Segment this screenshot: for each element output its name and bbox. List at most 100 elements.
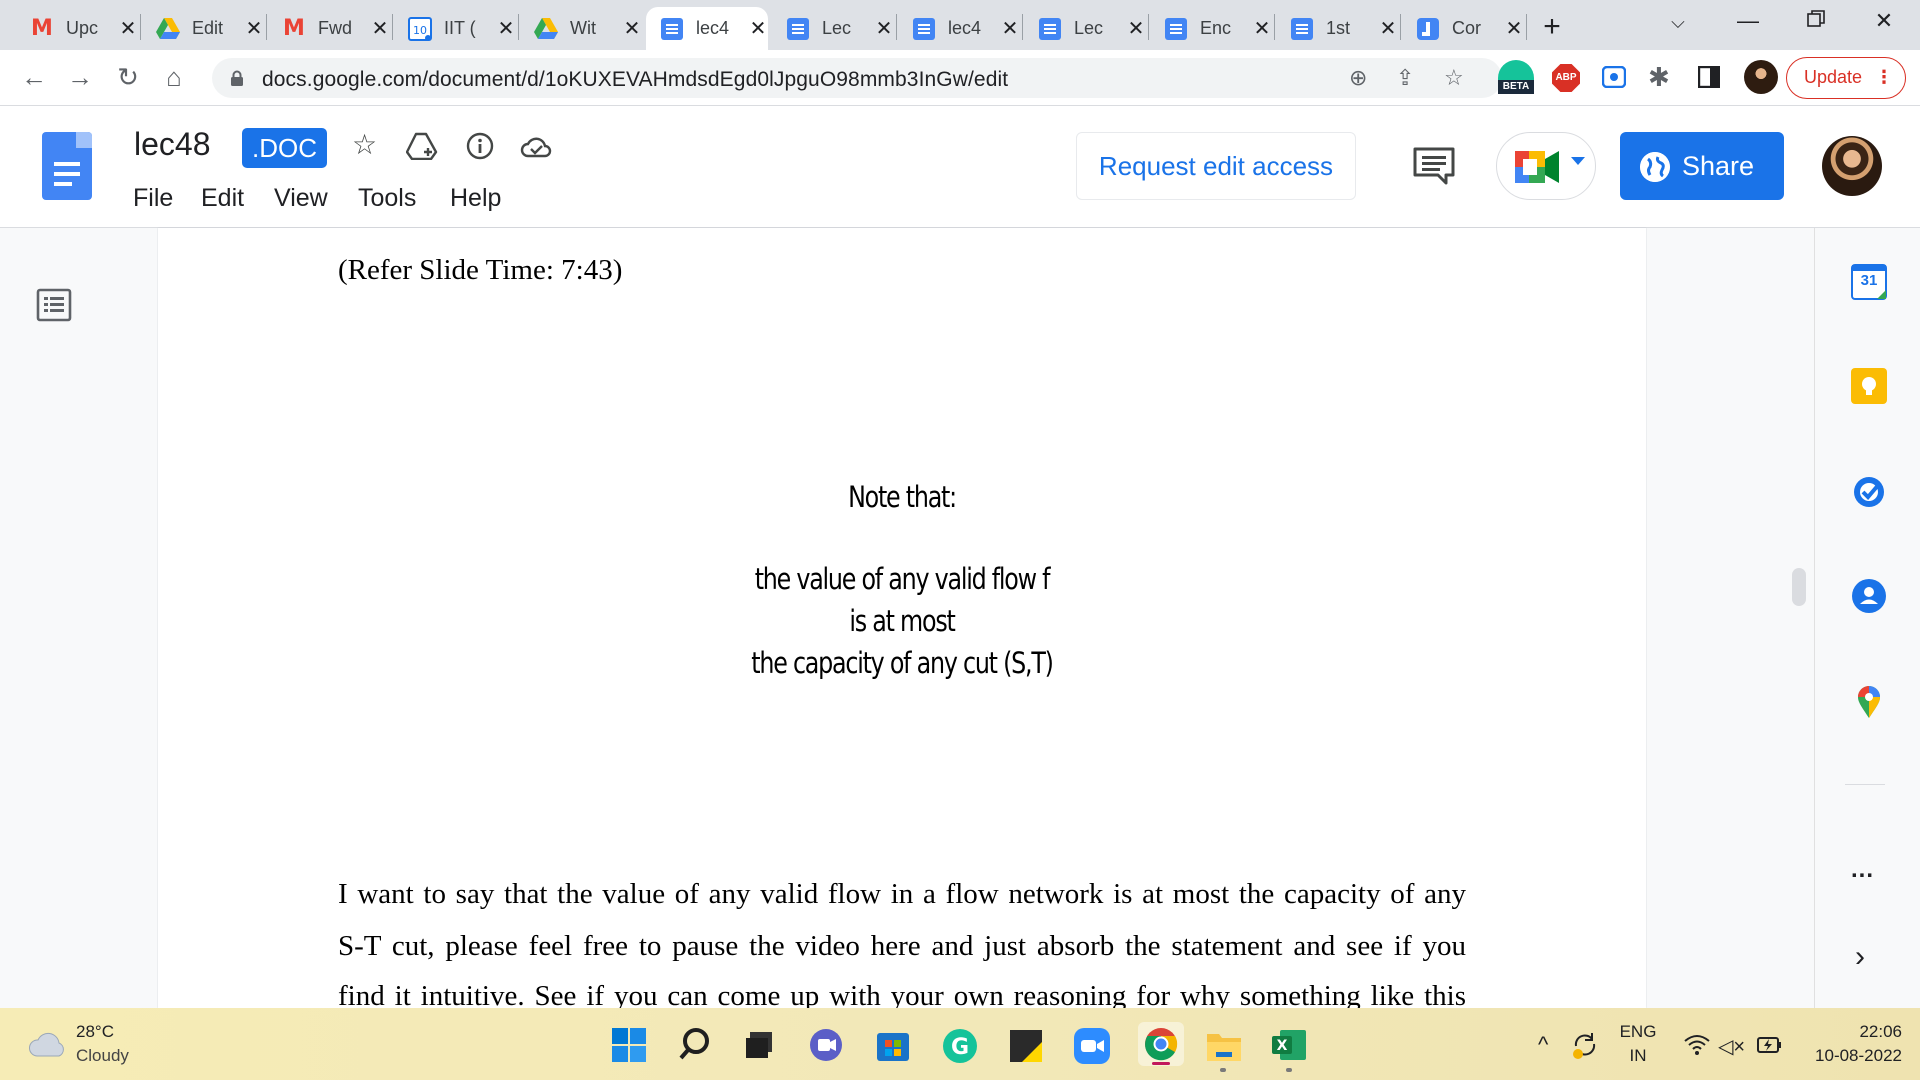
google-contacts-icon[interactable]: [1851, 578, 1887, 619]
more-options-icon[interactable]: ...: [1851, 856, 1874, 884]
google-docs-logo-icon[interactable]: [42, 132, 92, 200]
reload-icon[interactable]: ↻: [110, 62, 146, 93]
document-outline-icon[interactable]: [36, 288, 72, 327]
file-explorer-icon[interactable]: [1206, 1030, 1242, 1067]
close-icon[interactable]: ✕: [748, 16, 768, 41]
user-avatar[interactable]: [1822, 136, 1882, 196]
share-button[interactable]: Share: [1620, 132, 1784, 200]
search-icon[interactable]: [678, 1026, 712, 1067]
input-language-line1[interactable]: ENG: [1616, 1022, 1660, 1042]
chrome-taskbar-button[interactable]: [1138, 1022, 1184, 1066]
move-to-drive-icon[interactable]: [405, 132, 438, 167]
clock-time[interactable]: 22:06: [1792, 1022, 1902, 1042]
browser-tab-active[interactable]: lec4 ✕: [646, 7, 768, 50]
document-page[interactable]: (Refer Slide Time: 7:43) Note that: the …: [158, 228, 1646, 1008]
side-panel-icon[interactable]: [1697, 65, 1721, 93]
vertical-scrollbar-thumb[interactable]: [1792, 568, 1806, 606]
menu-edit[interactable]: Edit: [201, 184, 244, 213]
share-page-icon[interactable]: ⇪: [1396, 65, 1414, 91]
svg-text:G: G: [951, 1035, 969, 1060]
cloudy-weather-icon[interactable]: [28, 1032, 68, 1063]
menu-help[interactable]: Help: [450, 184, 501, 213]
browser-tab[interactable]: 10 IIT ( ✕: [394, 7, 516, 50]
home-icon[interactable]: ⌂: [156, 62, 192, 93]
refer-slide-time: (Refer Slide Time: 7:43): [338, 254, 623, 286]
close-icon[interactable]: ✕: [496, 16, 516, 41]
tab-title: 1st: [1326, 18, 1351, 38]
browser-tab[interactable]: Lec ✕: [772, 7, 894, 50]
back-icon[interactable]: ←: [16, 62, 52, 93]
browser-tab[interactable]: Wit ✕: [520, 7, 642, 50]
info-icon[interactable]: [466, 132, 494, 167]
google-maps-icon[interactable]: [1851, 684, 1887, 725]
request-edit-access-button[interactable]: Request edit access: [1076, 132, 1356, 200]
forward-icon[interactable]: →: [62, 62, 98, 93]
google-keep-icon[interactable]: [1851, 368, 1887, 409]
menu-tools[interactable]: Tools: [358, 184, 416, 213]
task-view-icon[interactable]: [744, 1030, 774, 1065]
update-button[interactable]: Update ⋮: [1786, 57, 1906, 99]
sticky-notes-icon[interactable]: [1010, 1030, 1042, 1067]
tab-title: Cor: [1452, 18, 1482, 38]
google-docs-icon: [660, 17, 684, 41]
input-language-line2: IN: [1629, 1046, 1647, 1065]
active-app-indicator: [1152, 1062, 1170, 1065]
windows-start-icon[interactable]: [612, 1028, 646, 1067]
browser-tab[interactable]: M Upc ✕: [16, 7, 138, 50]
menu-view[interactable]: View: [274, 184, 328, 213]
star-icon[interactable]: ☆: [352, 128, 377, 161]
docs-header: lec48 .DOC ☆ File Edit View Tools Help R…: [0, 106, 1920, 228]
close-icon[interactable]: ✕: [874, 16, 894, 41]
wifi-icon[interactable]: [1684, 1034, 1710, 1061]
document-title[interactable]: lec48: [134, 126, 211, 163]
close-icon[interactable]: ✕: [1126, 16, 1146, 41]
close-icon[interactable]: ✕: [118, 16, 138, 41]
bookmark-star-icon[interactable]: ☆: [1444, 65, 1464, 91]
close-icon[interactable]: ✕: [244, 16, 264, 41]
new-tab-button[interactable]: +: [1534, 10, 1570, 44]
battery-charging-icon[interactable]: [1756, 1034, 1782, 1061]
chevron-up-icon[interactable]: ^: [1538, 1032, 1548, 1058]
grammarly-beta-extension-icon[interactable]: BETA: [1498, 60, 1534, 94]
browser-tab[interactable]: M Fwd ✕: [268, 7, 390, 50]
browser-tab[interactable]: Cor ✕: [1402, 7, 1524, 50]
screen-capture-extension-icon[interactable]: [1601, 65, 1627, 93]
close-window-button[interactable]: ✕: [1864, 8, 1904, 34]
tab-title: Wit: [570, 18, 596, 38]
menu-file[interactable]: File: [133, 184, 173, 213]
close-icon[interactable]: ✕: [1000, 16, 1020, 41]
comment-history-icon[interactable]: [1412, 146, 1456, 191]
sync-icon[interactable]: [1570, 1030, 1600, 1065]
cloud-saved-icon[interactable]: [520, 134, 552, 166]
google-drive-icon: [534, 17, 558, 41]
chevron-right-icon[interactable]: ›: [1855, 940, 1865, 974]
zoom-icon[interactable]: ⊕: [1349, 65, 1367, 91]
restore-button[interactable]: [1796, 8, 1836, 34]
browser-tab[interactable]: Edit ✕: [142, 7, 264, 50]
extensions-puzzle-icon[interactable]: ✱: [1648, 62, 1670, 93]
grammarly-icon[interactable]: G: [942, 1028, 978, 1069]
zoom-app-icon[interactable]: [1074, 1028, 1110, 1069]
browser-tab[interactable]: Enc ✕: [1150, 7, 1272, 50]
minimize-button[interactable]: —: [1728, 8, 1768, 34]
google-calendar-icon[interactable]: 31: [1851, 264, 1887, 305]
google-tasks-icon[interactable]: [1851, 474, 1887, 515]
excel-icon[interactable]: X: [1272, 1028, 1306, 1067]
microsoft-store-icon[interactable]: [876, 1028, 910, 1067]
profile-avatar[interactable]: [1744, 60, 1778, 94]
browser-tab[interactable]: lec4 ✕: [898, 7, 1020, 50]
close-icon[interactable]: ✕: [1504, 16, 1524, 41]
browser-tab[interactable]: 1st ✕: [1276, 7, 1398, 50]
close-icon[interactable]: ✕: [370, 16, 390, 41]
gmail-icon: M: [31, 16, 53, 41]
address-bar[interactable]: docs.google.com/document/d/1oKUXEVAHmdsd…: [212, 58, 1502, 98]
google-meet-button[interactable]: [1496, 132, 1596, 200]
teams-chat-icon[interactable]: [808, 1028, 844, 1067]
close-icon[interactable]: ✕: [1378, 16, 1398, 41]
close-icon[interactable]: ✕: [1252, 16, 1272, 41]
adblock-plus-icon[interactable]: ABP: [1552, 64, 1580, 92]
browser-tab[interactable]: Lec ✕: [1024, 7, 1146, 50]
close-icon[interactable]: ✕: [622, 16, 642, 41]
speaker-muted-icon[interactable]: ◁×: [1718, 1034, 1745, 1059]
tab-search-icon[interactable]: ⌵: [1658, 12, 1698, 33]
